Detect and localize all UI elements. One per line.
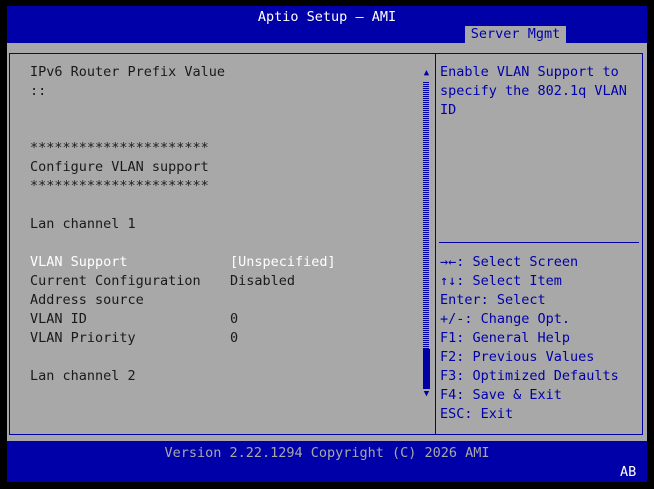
address-source-label: Address source: [30, 292, 144, 308]
separator-bottom: **********************: [30, 178, 209, 194]
bios-screen: Aptio Setup – AMI Server Mgmt IPv6 Route…: [0, 0, 654, 489]
title-bar: Aptio Setup – AMI Server Mgmt: [7, 6, 647, 43]
key-hint-esc-exit: ESC: Exit: [440, 406, 514, 422]
vlan-section-heading: Configure VLAN support: [30, 159, 209, 175]
key-hint-previous-values: F2: Previous Values: [440, 349, 595, 365]
main-panel: IPv6 Router Prefix Value :: ************…: [7, 43, 647, 441]
key-hint-change-opt: +/-: Change Opt.: [440, 311, 571, 327]
current-config-label: Current Configuration: [30, 273, 201, 289]
panel-divider: [435, 54, 436, 434]
version-text: Version 2.22.1294 Copyright (C) 2026 AMI: [164, 445, 490, 461]
vlan-support-label[interactable]: VLAN Support: [30, 253, 128, 272]
lan-channel-2-heading: Lan channel 2: [30, 368, 136, 384]
help-text-line: specify the 802.1q VLAN: [440, 83, 627, 99]
help-text-line: ID: [440, 102, 457, 118]
current-config-value: Disabled: [230, 273, 296, 289]
help-text-line: Enable VLAN Support to: [440, 64, 619, 80]
lan-channel-1-heading: Lan channel 1: [30, 216, 136, 232]
help-divider: [439, 242, 639, 243]
key-hint-select-item: ↑↓: Select Item: [440, 273, 562, 289]
ipv6-router-prefix-label: IPv6 Router Prefix Value: [30, 64, 226, 80]
tab-server-mgmt[interactable]: Server Mgmt: [465, 26, 566, 43]
scroll-up-arrow-icon[interactable]: ▲: [422, 67, 431, 79]
vlan-support-value[interactable]: [Unspecified]: [230, 253, 336, 272]
content-frame: IPv6 Router Prefix Value :: ************…: [9, 53, 643, 435]
scroll-down-arrow-icon[interactable]: ▼: [422, 388, 431, 400]
key-hint-general-help: F1: General Help: [440, 330, 571, 346]
vlan-id-label: VLAN ID: [30, 311, 87, 327]
ipv6-router-prefix-value: ::: [30, 83, 47, 99]
vlan-priority-value: 0: [230, 330, 239, 346]
footer-bar: Version 2.22.1294 Copyright (C) 2026 AMI…: [7, 441, 647, 482]
scrollbar-thumb[interactable]: [423, 349, 430, 389]
key-hint-enter: Enter: Select: [440, 292, 546, 308]
key-hint-optimized-defaults: F3: Optimized Defaults: [440, 368, 619, 384]
separator-top: **********************: [30, 140, 209, 156]
app-title: Aptio Setup – AMI: [257, 9, 397, 25]
vlan-id-value: 0: [230, 311, 239, 327]
key-hint-save-exit: F4: Save & Exit: [440, 387, 562, 403]
ab-badge: AB: [620, 464, 637, 480]
scrollbar-track[interactable]: [423, 81, 429, 389]
vlan-priority-label: VLAN Priority: [30, 330, 136, 346]
key-hint-select-screen: →←: Select Screen: [440, 254, 579, 270]
